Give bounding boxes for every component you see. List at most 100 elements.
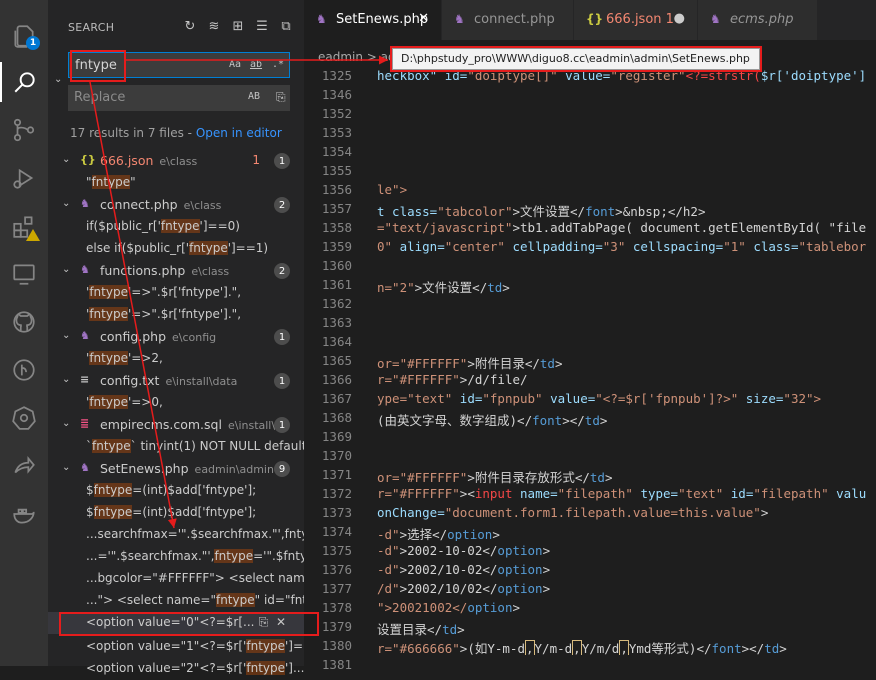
list-item[interactable]: `fntype` tinyint(1) NOT NULL default... [48,436,304,458]
match-case-icon[interactable]: Aa [229,59,241,70]
annotation-path-box [390,46,762,72]
use-regex-icon[interactable]: .* [272,59,284,70]
sidebar-title: SEARCH [68,21,115,34]
explorer-icon[interactable]: 1 [0,16,48,56]
match-text: <option value="2"<?=$r['fntype']... [86,661,304,675]
line-content: -d">2002-10-02</option> [377,543,551,558]
file-path: e\class [183,199,222,212]
chevron-down-icon[interactable]: ⌄ [62,264,70,275]
chevron-down-icon[interactable]: ⌄ [62,418,70,429]
list-item[interactable]: ...bgcolor="#FFFFFF"> <select name... [48,568,304,590]
chevron-down-icon[interactable]: ⌄ [62,154,70,165]
tab-setenews-php[interactable]: ♞ SetEnews.php ✕ [304,0,442,40]
view-as-tree-icon[interactable]: ☰ [254,18,270,34]
list-item[interactable]: 'fntype'=>2, [48,348,304,370]
activity-bar: 1 [0,0,48,666]
match-count-badge: 1 [274,373,290,389]
result-file-666-json[interactable]: ⌄ {} 666.json e\class 1 1 [48,150,304,172]
list-item[interactable]: <option value="1"<?=$r['fntype']==... [48,636,304,658]
line-number: 1367 [321,391,352,406]
line-number: 1354 [321,144,352,159]
list-item[interactable]: ...searchfmax='".$searchfmax."',fnty... [48,524,304,546]
line-content: onChange="document.form1.filepath.value=… [377,505,769,520]
line-number: 1376 [321,562,352,577]
code-line: 1365 or="#FFFFFF">附件目录</td> [304,351,876,370]
php-file-icon: ♞ [80,263,90,276]
list-item[interactable]: 'fntype'=>".$r['fntype'].", [48,282,304,304]
file-name: 666.json [100,153,154,168]
result-file-config-txt[interactable]: ⌄ ≡ config.txt e\install\data 1 [48,370,304,392]
line-content: ">20021002</option> [377,600,520,615]
list-item[interactable]: 'fntype'=>0, [48,392,304,414]
list-item[interactable]: else if($public_r['fntype']==1) [48,238,304,260]
code-line: 1360 [304,256,876,275]
list-item[interactable]: ...='".$searchfmax."',fntype='".$fnty... [48,546,304,568]
list-item[interactable]: <option value="2"<?=$r['fntype']... [48,658,304,680]
result-file-connect-php[interactable]: ⌄ ♞ connect.php e\class 2 [48,194,304,216]
match-text: ...bgcolor="#FFFFFF"> <select name... [86,571,304,585]
docker-icon[interactable] [0,494,48,534]
list-item[interactable]: 'fntype'=>".$r['fntype'].", [48,304,304,326]
run-debug-icon[interactable] [0,158,48,198]
chevron-down-icon[interactable]: ⌄ [62,330,70,341]
close-icon[interactable]: ✕ [418,11,429,26]
line-content: n="2">文件设置</td> [377,280,510,294]
line-number: 1364 [321,334,352,349]
match-text: ...searchfmax='".$searchfmax."',fnty... [86,527,304,541]
line-number: 1361 [321,277,352,292]
remote-explorer-icon[interactable] [0,254,48,294]
result-file-functions-php[interactable]: ⌄ ♞ functions.php e\class 2 [48,260,304,282]
clear-results-icon[interactable]: ≋ [206,18,222,34]
collapse-all-icon[interactable]: ⧉ [278,18,294,34]
code-line: 1353 [304,123,876,142]
new-search-editor-icon[interactable]: ⊞ [230,18,246,34]
result-file-config-php[interactable]: ⌄ ♞ config.php e\config 1 [48,326,304,348]
list-item[interactable]: $fntype=(int)$add['fntype']; [48,502,304,524]
match-count-badge: 1 [274,329,290,345]
chevron-down-icon[interactable]: ⌄ [62,462,70,473]
refresh-icon[interactable]: ↻ [182,18,198,34]
tab-connect-php[interactable]: ♞ connect.php [442,0,574,40]
code-line: 1354 [304,142,876,161]
line-number: 1358 [321,220,352,235]
open-in-editor-link[interactable]: Open in editor [196,126,282,140]
preserve-case-icon[interactable]: AB [248,91,260,102]
line-number: 1365 [321,353,352,368]
search-icon[interactable] [0,62,48,102]
live-share-icon[interactable] [0,446,48,486]
breadcrumb[interactable]: eadmin > ad [318,50,396,64]
replace-all-icon[interactable]: ⎘ [276,90,286,105]
match-whole-word-icon[interactable]: ab [250,59,262,70]
line-number: 1374 [321,524,352,539]
result-file-setenews-php[interactable]: ⌄ ♞ SetEnews.php eadmin\admin 9 [48,458,304,480]
tab-ecms-php[interactable]: ♞ ecms.php [698,0,818,40]
match-highlight: fntype [89,395,128,409]
list-item[interactable]: "fntype" [48,172,304,194]
file-name: config.txt [100,373,160,388]
extensions-icon[interactable] [0,206,48,246]
git-graph-icon[interactable] [0,350,48,390]
kubernetes-icon[interactable] [0,398,48,438]
list-item[interactable]: if($public_r['fntype']==0) [48,216,304,238]
match-text: ...='".$searchfmax."',fntype='".$fnty... [86,549,304,563]
results-count-text: 17 results in 7 files - [70,126,192,140]
line-number: 1381 [321,657,352,672]
unsaved-dot-icon[interactable]: ● [674,11,685,26]
chevron-down-icon[interactable]: ⌄ [62,374,70,385]
line-number: 1373 [321,505,352,520]
match-highlight: fntype [189,241,228,255]
annotation-search-box [70,50,126,82]
chevron-down-icon[interactable]: ⌄ [62,198,70,209]
toggle-replace-icon[interactable]: ⌄ [54,74,62,85]
source-control-icon[interactable] [0,110,48,150]
tab-666-json[interactable]: {} 666.json 1 ● [574,0,698,40]
code-line: 1372 r="#FFFFFF"><input name="filepath" t… [304,484,876,503]
result-file-empirecms-sql[interactable]: ⌄ ≣ empirecms.com.sql e\install\... 1 [48,414,304,436]
replace-input[interactable]: Replace AB [68,85,290,111]
database-file-icon: ≣ [80,417,90,430]
list-item[interactable]: $fntype=(int)$add['fntype']; [48,480,304,502]
match-count-badge: 1 [274,153,290,169]
list-item[interactable]: ..."> <select name="fntype" id="fnty... [48,590,304,612]
file-path: eadmin\admin [194,463,274,476]
github-icon[interactable] [0,302,48,342]
